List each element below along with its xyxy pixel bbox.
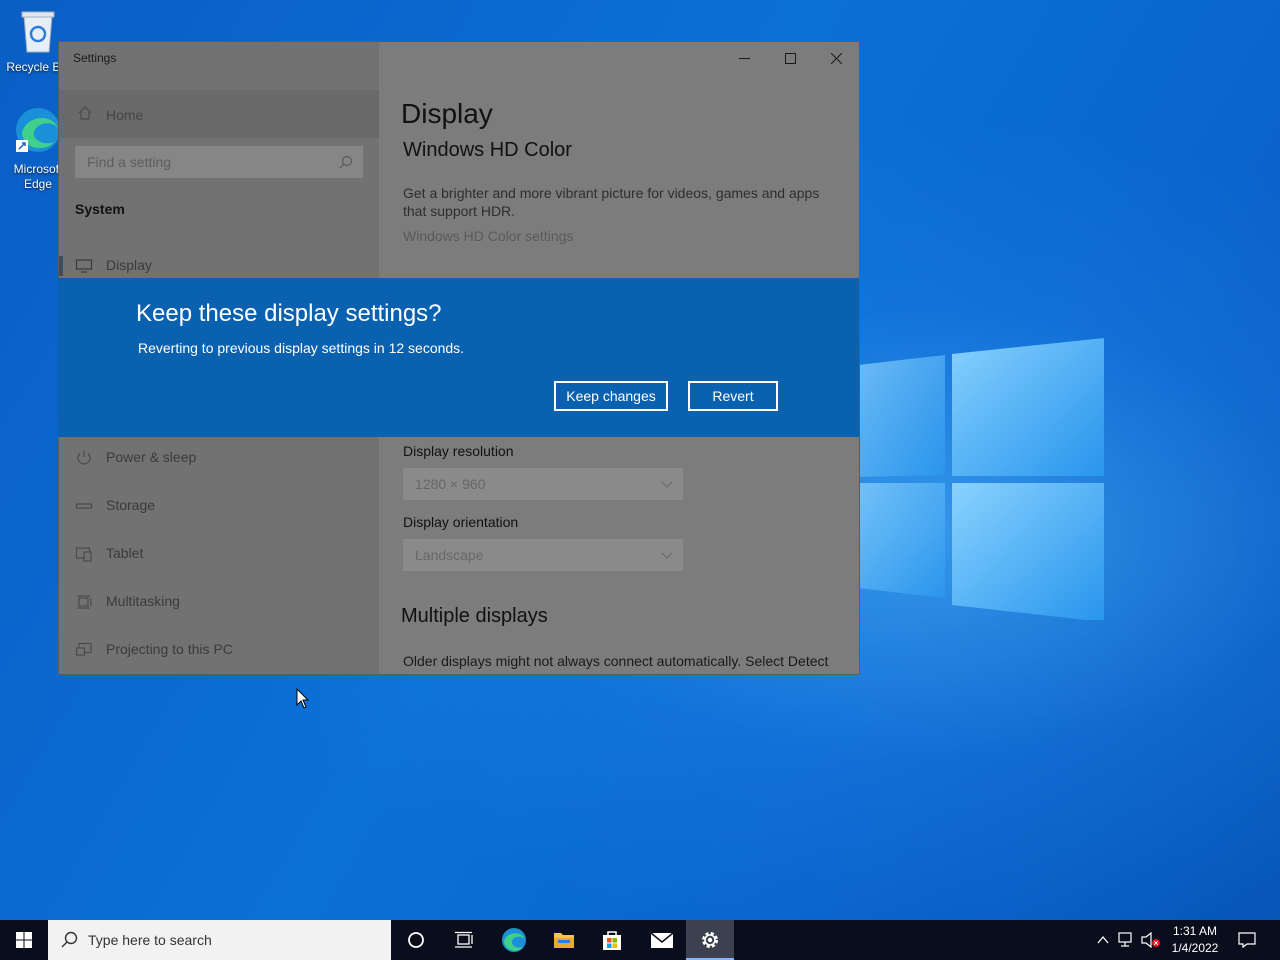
- settings-icon: [702, 932, 718, 948]
- sidebar-item-storage[interactable]: Storage: [59, 486, 379, 526]
- store-button[interactable]: [588, 920, 636, 960]
- sidebar-item-label: Tablet: [106, 545, 144, 561]
- store-icon: [603, 931, 621, 950]
- revert-button[interactable]: Revert: [688, 381, 778, 411]
- clock-time: 1:31 AM: [1172, 924, 1218, 938]
- keep-changes-button[interactable]: Keep changes: [554, 381, 668, 411]
- network-icon: [1118, 932, 1132, 947]
- orientation-label: Display orientation: [403, 514, 519, 530]
- sidebar-home[interactable]: Home: [59, 90, 379, 138]
- keep-display-settings-dialog: Keep these display settings? Reverting t…: [58, 278, 859, 437]
- dialog-countdown-message: Reverting to previous display settings i…: [138, 340, 465, 356]
- close-button[interactable]: [813, 42, 859, 74]
- taskbar: Type here to search 1:31 AM 1/4/2022: [0, 920, 1280, 960]
- home-icon: [78, 106, 92, 120]
- sidebar-item-tablet[interactable]: Tablet: [59, 534, 379, 574]
- dialog-question: Keep these display settings?: [136, 300, 442, 327]
- maximize-button[interactable]: [767, 42, 813, 74]
- multiple-displays-description: Older displays might not always connect …: [403, 653, 829, 669]
- hdr-description: Get a brighter and more vibrant picture …: [403, 185, 820, 219]
- task-view-icon: [455, 931, 473, 948]
- windows-logo-wallpaper: [858, 338, 1104, 620]
- hdr-heading: Windows HD Color: [403, 139, 572, 161]
- edge-icon: [502, 928, 526, 952]
- home-label: Home: [106, 107, 144, 123]
- taskbar-search-placeholder: Type here to search: [88, 932, 212, 948]
- minimize-button[interactable]: [721, 42, 767, 74]
- notification-icon: [1238, 932, 1256, 949]
- orientation-dropdown[interactable]: Landscape: [403, 539, 683, 571]
- sidebar-item-multitasking[interactable]: Multitasking: [59, 582, 379, 622]
- sidebar-item-label: Display: [106, 257, 152, 273]
- multiple-displays-heading: Multiple displays: [401, 605, 548, 627]
- search-icon: [339, 155, 353, 169]
- sidebar-item-label: Projecting to this PC: [106, 641, 233, 657]
- show-hidden-icons-button[interactable]: [1092, 920, 1114, 960]
- window-title: Settings: [73, 51, 117, 65]
- monitor-icon: [75, 259, 93, 273]
- resolution-value: 1280 × 960: [415, 476, 486, 492]
- edge-icon: [16, 108, 60, 152]
- volume-muted-icon: [1141, 932, 1160, 948]
- sidebar-item-power-sleep[interactable]: Power & sleep: [59, 438, 379, 478]
- network-tray-button[interactable]: [1116, 920, 1138, 960]
- power-icon: [77, 450, 91, 465]
- taskbar-search-box[interactable]: Type here to search: [48, 920, 391, 960]
- close-icon: [830, 52, 842, 64]
- maximize-icon: [784, 52, 796, 64]
- sidebar-item-label: Power & sleep: [106, 449, 197, 465]
- mouse-cursor: [296, 688, 310, 709]
- orientation-value: Landscape: [415, 547, 484, 563]
- cortana-button[interactable]: [392, 920, 440, 960]
- taskbar-clock[interactable]: 1:31 AM 1/4/2022: [1164, 923, 1226, 957]
- minimize-icon: [738, 57, 750, 59]
- volume-tray-button[interactable]: [1140, 920, 1162, 960]
- projecting-icon: [75, 642, 92, 656]
- title-bar[interactable]: Settings: [59, 42, 859, 74]
- recycle-bin-icon-image: [21, 11, 55, 53]
- settings-taskbar-button[interactable]: [686, 920, 734, 960]
- windows-start-icon: [16, 932, 32, 948]
- section-header-system: System: [75, 201, 125, 217]
- file-explorer-icon: [554, 933, 574, 948]
- edge-taskbar-button[interactable]: [490, 920, 538, 960]
- sidebar-item-label: Storage: [106, 497, 156, 513]
- file-explorer-button[interactable]: [540, 920, 588, 960]
- start-button[interactable]: [0, 920, 48, 960]
- resolution-label: Display resolution: [403, 443, 514, 459]
- page-title: Display: [401, 98, 493, 129]
- sidebar-item-label: Multitasking: [106, 593, 180, 609]
- hdr-settings-link[interactable]: Windows HD Color settings: [403, 228, 573, 244]
- mail-button[interactable]: [638, 920, 686, 960]
- search-icon: [61, 931, 78, 948]
- mail-icon: [650, 932, 674, 948]
- chevron-up-icon: [1097, 935, 1109, 944]
- action-center-button[interactable]: [1232, 920, 1262, 960]
- sidebar-item-projecting[interactable]: Projecting to this PC: [59, 630, 379, 670]
- clock-date: 1/4/2022: [1171, 941, 1219, 955]
- multitasking-icon: [77, 595, 92, 609]
- storage-icon: [75, 503, 93, 509]
- resolution-dropdown[interactable]: 1280 × 960: [403, 468, 683, 500]
- cortana-icon: [408, 932, 424, 948]
- task-view-button[interactable]: [440, 920, 488, 960]
- chevron-down-icon: [661, 552, 673, 559]
- search-placeholder: Find a setting: [87, 154, 172, 170]
- find-setting-search[interactable]: Find a setting: [75, 146, 363, 178]
- tablet-icon: [75, 547, 92, 562]
- chevron-down-icon: [661, 481, 673, 488]
